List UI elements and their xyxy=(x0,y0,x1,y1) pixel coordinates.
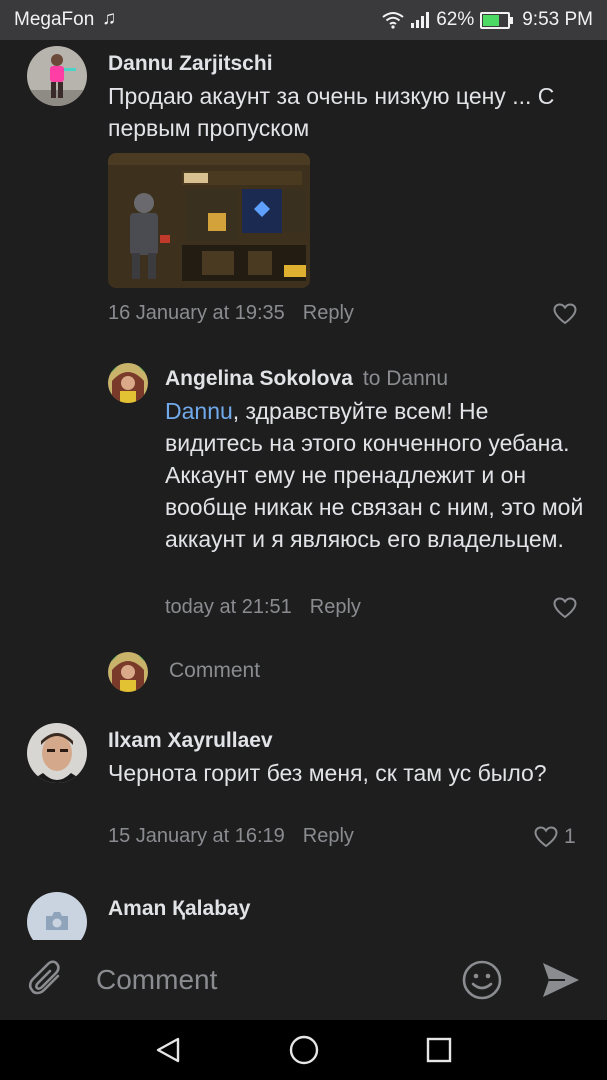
music-note-icon: ♫ xyxy=(102,8,117,29)
author-name[interactable]: Angelina Sokolova xyxy=(165,367,353,390)
own-avatar xyxy=(108,652,148,692)
heart-icon xyxy=(553,597,577,619)
timestamp: today at 21:51 xyxy=(165,596,292,618)
heart-icon xyxy=(553,303,577,325)
comment-author[interactable]: Aman Қalabay xyxy=(108,897,250,921)
comment-input-bar: Comment xyxy=(0,940,607,1020)
comment-meta: 16 January at 19:35 Reply xyxy=(108,302,354,325)
avatar-clip xyxy=(27,892,87,940)
home-icon[interactable] xyxy=(289,1035,319,1065)
avatar[interactable] xyxy=(27,46,87,106)
mention-link[interactable]: Dannu xyxy=(165,398,233,424)
status-right: 62% 9:53 PM xyxy=(382,9,593,31)
comment-text: Чернота горит без меня, ск там ус было? xyxy=(108,760,547,786)
comment-author[interactable]: Dannu Zarjitschi xyxy=(108,52,273,76)
camera-icon xyxy=(46,912,68,930)
comment-input[interactable]: Comment xyxy=(96,964,217,996)
like-button[interactable] xyxy=(553,303,577,325)
status-bar: MegaFon ♫ 62% 9:53 PM xyxy=(0,0,607,40)
reply-to[interactable]: to Dannu xyxy=(363,367,448,390)
comment-meta: 15 January at 16:19 Reply xyxy=(108,825,354,848)
reply-button[interactable]: Reply xyxy=(310,596,361,618)
heart-icon xyxy=(534,826,558,848)
send-icon[interactable] xyxy=(541,961,581,999)
paperclip-icon[interactable] xyxy=(28,960,66,1000)
avatar[interactable] xyxy=(27,723,87,783)
timestamp: 15 January at 16:19 xyxy=(108,825,285,847)
wifi-icon xyxy=(382,12,404,29)
battery-icon xyxy=(480,11,514,29)
recents-icon[interactable] xyxy=(425,1036,453,1064)
comment-meta: today at 21:51 Reply xyxy=(165,596,361,619)
like-count: 1 xyxy=(564,825,576,848)
comment-text: Dannu, здравствуйте всем! Не видитесь на… xyxy=(165,395,585,555)
timestamp: 16 January at 19:35 xyxy=(108,302,285,324)
comment-author[interactable]: Angelina Sokolova to Dannu xyxy=(165,367,448,391)
reply-button[interactable]: Reply xyxy=(303,302,354,324)
battery-percent: 62% xyxy=(436,9,475,30)
inline-comment-field[interactable]: Comment xyxy=(169,659,260,683)
reply-button[interactable]: Reply xyxy=(303,825,354,847)
emoji-icon[interactable] xyxy=(461,959,503,1001)
android-nav-bar xyxy=(0,1020,607,1080)
avatar[interactable] xyxy=(108,363,148,403)
like-button[interactable] xyxy=(553,597,577,619)
comment-text: Продаю акаунт за очень низкую цену ... С… xyxy=(108,83,555,141)
attached-photo[interactable] xyxy=(108,153,310,288)
carrier-name: MegaFon xyxy=(14,9,95,30)
avatar[interactable] xyxy=(27,892,87,940)
clock: 9:53 PM xyxy=(522,9,593,30)
back-icon[interactable] xyxy=(154,1036,182,1064)
comment-author[interactable]: Ilxam Xayrullaev xyxy=(108,729,273,753)
signal-icon xyxy=(411,12,430,28)
like-button[interactable]: 1 xyxy=(534,825,576,849)
